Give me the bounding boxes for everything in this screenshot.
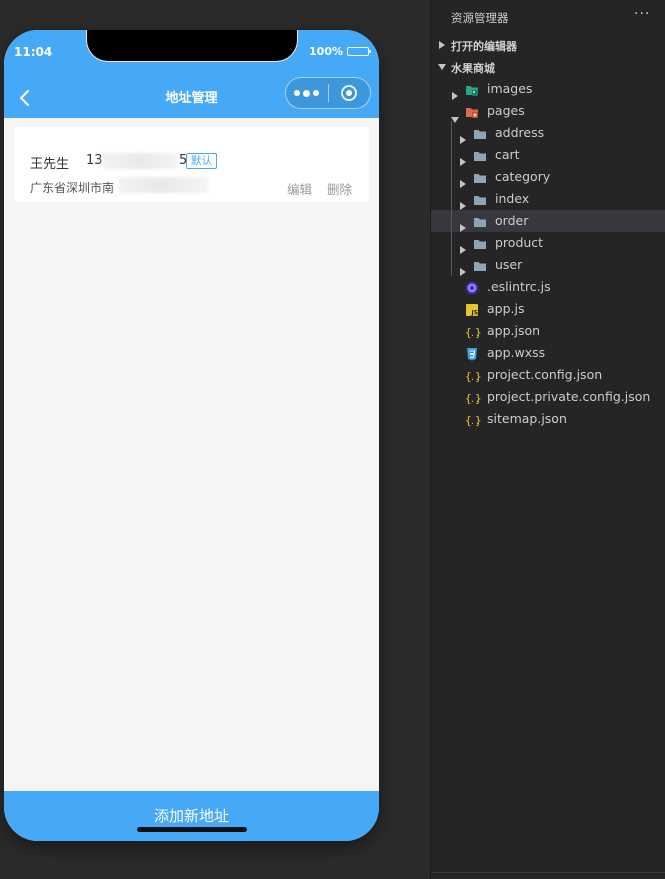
explorer-title: 资源管理器: [451, 11, 509, 25]
tree-file-eslintrc-js[interactable]: .eslintrc.js: [431, 276, 665, 298]
address-card[interactable]: 王先生 13 5 默认 广东省深圳市南 编辑 删除: [14, 127, 369, 202]
tree-item-label: images: [487, 81, 533, 96]
tree-folder-category[interactable]: category: [431, 166, 665, 188]
tree-item-label: app.json: [487, 323, 541, 338]
tree-file-app-js[interactable]: JS app.js: [431, 298, 665, 320]
more-dots-icon: [294, 90, 301, 96]
status-battery: 100%: [309, 45, 371, 58]
tree-file-project-private-config-json[interactable]: {..} project.private.config.json: [431, 386, 665, 408]
address-text: 广东省深圳市南: [30, 181, 115, 195]
delete-address-button[interactable]: 删除: [327, 179, 352, 198]
folder-icon: [473, 148, 487, 162]
address-redaction: [118, 177, 208, 193]
panel-divider: [431, 872, 665, 873]
section-label: 水果商城: [451, 62, 495, 75]
eslint-icon: [465, 280, 479, 294]
tree-folder-pages[interactable]: pages: [431, 100, 665, 123]
contact-name: 王先生: [30, 157, 70, 172]
tree-item-label: address: [495, 125, 545, 140]
tree-item-label: index: [495, 191, 530, 206]
pages-folder-icon: [465, 104, 479, 118]
menu-capsule: [285, 77, 371, 109]
default-badge: 默认: [186, 153, 217, 169]
tree-file-sitemap-json[interactable]: {..} sitemap.json: [431, 408, 665, 430]
section-project[interactable]: 水果商城: [431, 56, 665, 78]
tree-item-label: project.config.json: [487, 367, 603, 382]
explorer-panel: 资源管理器 ··· 打开的编辑器 水果商城 images pages address…: [430, 0, 665, 879]
contact-phone: 13: [86, 153, 103, 168]
folder-icon: [473, 192, 487, 206]
svg-text:}: }: [475, 370, 481, 383]
svg-text:}: }: [475, 326, 481, 339]
tree-folder-images[interactable]: images: [431, 78, 665, 100]
explorer-header: 资源管理器 ···: [431, 0, 665, 34]
simulator-area: 11:04 100% 地址管理 王先生 13 5 默认 广东省深圳市南 编辑 删…: [0, 0, 430, 879]
tree-item-label: order: [495, 213, 529, 228]
tree-item-label: user: [495, 257, 523, 272]
phone-frame: 11:04 100% 地址管理 王先生 13 5 默认 广东省深圳市南 编辑 删…: [4, 30, 379, 841]
tree-item-label: category: [495, 169, 551, 184]
tree-folder-index[interactable]: index: [431, 188, 665, 210]
json-file-icon: {..}: [465, 368, 482, 383]
tree-folder-product[interactable]: product: [431, 232, 665, 254]
json-file-icon: {..}: [465, 324, 482, 339]
tree-item-label: pages: [487, 103, 525, 118]
tree-file-app-json[interactable]: {..} app.json: [431, 320, 665, 342]
more-menu-button[interactable]: [286, 78, 328, 108]
phone-redaction: [102, 153, 178, 169]
target-circle-icon: [341, 85, 358, 101]
edit-address-button[interactable]: 编辑: [287, 179, 312, 198]
tree-folder-address[interactable]: address: [431, 122, 665, 144]
more-actions-button[interactable]: ···: [634, 6, 650, 22]
phone-notch: [86, 30, 298, 62]
svg-text:}: }: [475, 414, 481, 427]
folder-icon: [473, 170, 487, 184]
js-file-icon: JS: [465, 302, 479, 317]
folder-icon: [473, 258, 487, 272]
tree-item-label: app.js: [487, 301, 525, 316]
section-label: 打开的编辑器: [451, 40, 517, 53]
tree-file-app-wxss[interactable]: app.wxss: [431, 342, 665, 364]
address-list: 王先生 13 5 默认 广东省深圳市南 编辑 删除: [4, 118, 379, 791]
css-file-icon: [465, 346, 479, 361]
json-file-icon: {..}: [465, 412, 482, 427]
tree-item-label: project.private.config.json: [487, 389, 651, 404]
folder-icon: [473, 126, 487, 140]
battery-percent: 100%: [309, 45, 343, 58]
json-file-icon: {..}: [465, 390, 482, 405]
tree-folder-user[interactable]: user: [431, 254, 665, 276]
folder-icon: [473, 236, 487, 250]
home-indicator: [137, 827, 247, 832]
add-address-button[interactable]: 添加新地址: [4, 791, 379, 841]
section-open-editors[interactable]: 打开的编辑器: [431, 34, 665, 56]
tree-item-label: .eslintrc.js: [487, 279, 551, 294]
status-time: 11:04: [14, 45, 53, 59]
tree-folder-order[interactable]: order: [431, 210, 665, 232]
indent-guide: [451, 121, 452, 276]
tree-item-label: app.wxss: [487, 345, 546, 360]
battery-icon: [347, 47, 371, 56]
chevron-down-icon: [438, 64, 446, 70]
phone-visible-part: 13: [86, 153, 103, 168]
svg-text:JS: JS: [471, 310, 479, 317]
svg-text:}: }: [475, 392, 481, 405]
tree-item-label: sitemap.json: [487, 411, 567, 426]
chevron-right-icon: [439, 41, 445, 49]
images-folder-icon: [465, 82, 479, 96]
tree-folder-cart[interactable]: cart: [431, 144, 665, 166]
tree-file-project-config-json[interactable]: {..} project.config.json: [431, 364, 665, 386]
tree-item-label: cart: [495, 147, 520, 162]
close-miniprogram-button[interactable]: [328, 78, 370, 108]
folder-icon: [473, 214, 487, 228]
tree-item-label: product: [495, 235, 544, 250]
